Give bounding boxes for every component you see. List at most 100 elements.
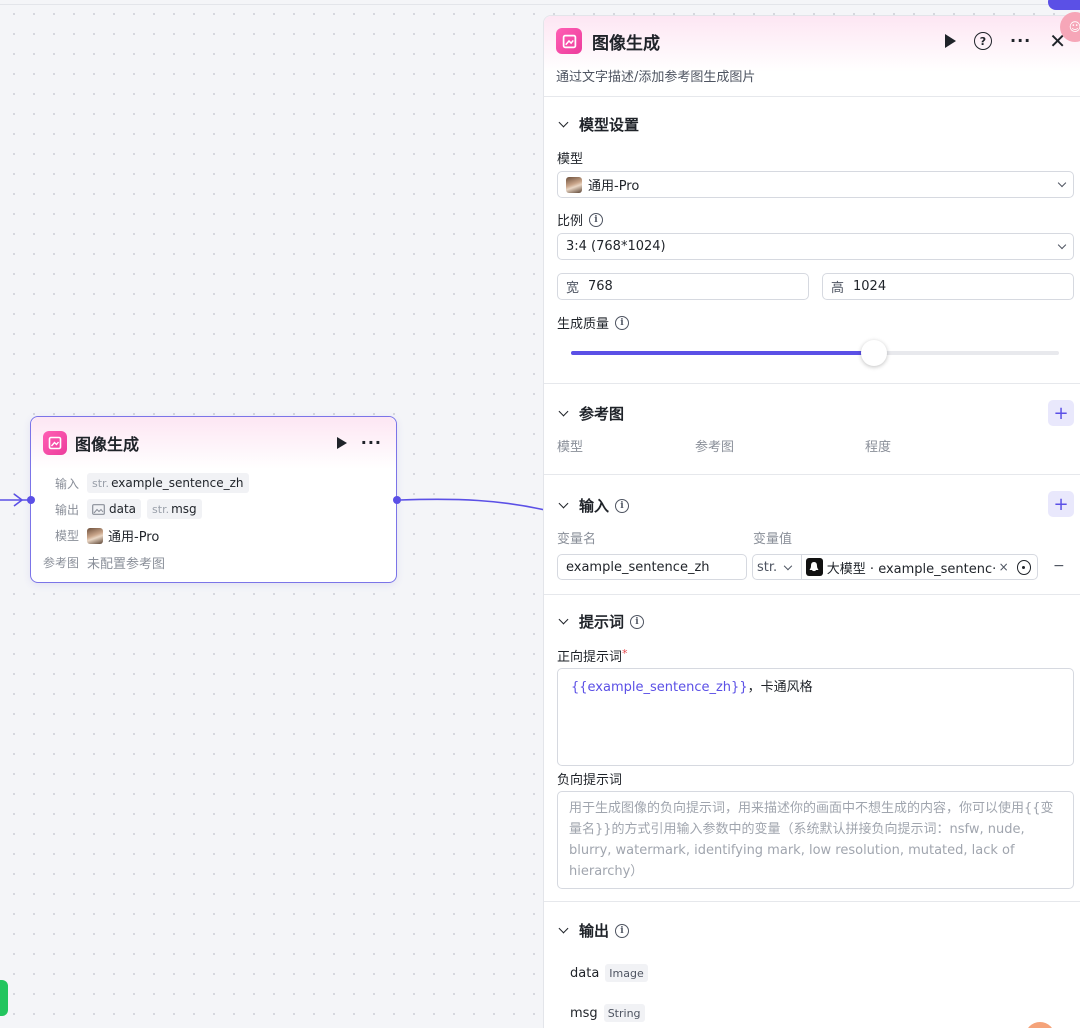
node-ref-row: 参考图 未配置参考图 [31,553,165,572]
top-right-badge[interactable] [1048,0,1080,10]
image-type-icon [92,503,105,515]
required-mark: * [622,646,628,660]
outgoing-edge [399,498,546,511]
quality-slider[interactable] [571,340,1059,366]
prompt-header[interactable]: 提示词 i [558,611,645,632]
negative-prompt-label: 负向提示词 [557,773,623,788]
chevron-down-icon [558,923,569,934]
node-output-msg-tag: str. msg [147,499,202,519]
width-value: 768 [588,279,613,294]
model-avatar [87,527,103,544]
model-settings-header[interactable]: 模型设置 [558,114,639,135]
height-label: 高 [831,281,845,296]
add-reference-button[interactable]: + [1048,400,1074,426]
chevron-down-icon [1057,240,1067,250]
negative-prompt-placeholder: 用于生成图像的负向提示词，用来描述你的画面中不想生成的内容，你可以使用{{变量名… [569,801,1054,879]
target-icon[interactable] [1016,559,1031,575]
output-type-badge: Image [605,964,648,982]
input-col-value: 变量值 [753,532,793,547]
clear-reference-icon[interactable]: × [999,560,1009,574]
ref-col-model: 模型 [557,440,584,455]
info-icon[interactable]: i [630,614,645,629]
ratio-select-value: 3:4 (768*1024) [566,239,666,254]
node-input-tag: str. example_sentence_zh [87,473,249,493]
info-icon[interactable]: i [589,212,604,227]
width-label: 宽 [566,281,580,296]
info-icon[interactable]: i [615,315,630,330]
model-select-value: 通用-Pro [588,179,640,194]
reference-image-title: 参考图 [579,405,625,423]
variable-name-input[interactable]: example_sentence_zh [557,554,747,580]
node-header: 图像生成 ··· [31,417,396,469]
output-header[interactable]: 输出 i [558,920,630,941]
positive-prompt-label-text: 正向提示词 [557,650,623,665]
help-icon[interactable]: ? [974,32,992,50]
node-model-label: 模型 [54,529,79,543]
more-icon[interactable]: ··· [1010,33,1031,49]
model-settings-section: 模型设置 模型 通用-Pro 比例 i 3:4 (768*1024) 宽 768… [544,97,1080,384]
node-output-port[interactable] [393,496,401,504]
node-model-row: 模型 通用-Pro [31,526,159,545]
output-msg-type: str. [152,502,170,516]
prompt-section: 提示词 i 正向提示词 * {{example_sentence_zh}}，卡通… [544,595,1080,902]
input-title: 输入 [579,497,610,515]
output-row-msg: msg String [570,1004,645,1022]
info-icon[interactable]: i [615,498,630,513]
ratio-select[interactable]: 3:4 (768*1024) [557,233,1074,260]
prompt-title: 提示词 [579,613,625,631]
output-type-badge: String [603,1004,645,1022]
height-field[interactable]: 高 1024 [822,273,1074,300]
panel-title: 图像生成 [592,33,660,54]
divider [800,555,802,579]
remove-input-button[interactable]: − [1053,558,1065,574]
quality-slider-handle[interactable] [860,340,887,366]
model-label: 模型 [557,152,584,167]
output-msg: msg [171,502,197,516]
image-generation-node[interactable]: 图像生成 ··· 输入 str. example_sentence_zh 输出 d… [30,416,397,583]
node-input-row: 输入 str. example_sentence_zh [31,473,255,493]
input-value: example_sentence_zh [111,476,244,490]
node-input-port[interactable] [27,496,35,504]
width-field[interactable]: 宽 768 [557,273,809,300]
prompt-text: ，卡通风格 [747,680,813,695]
chevron-down-icon[interactable] [783,561,793,570]
node-settings-panel: 图像生成 ? ··· ✕ 通过文字描述/添加参考图生成图片 模型设置 模型 通用… [543,15,1080,1028]
negative-prompt-textarea[interactable]: 用于生成图像的负向提示词，用来描述你的画面中不想生成的内容，你可以使用{{变量名… [557,791,1074,889]
output-data: data [109,502,137,516]
ratio-label: 比例 i [557,210,604,229]
chevron-down-icon [1057,178,1067,188]
variable-type-select[interactable]: str. [757,560,777,575]
input-section: 输入 i + 变量名 变量值 example_sentence_zh str. … [544,475,1080,595]
run-icon[interactable] [945,34,956,48]
add-input-button[interactable]: + [1048,491,1074,517]
panel-description: 通过文字描述/添加参考图生成图片 [556,70,756,85]
run-node-icon[interactable] [336,437,347,449]
node-input-label: 输入 [54,476,79,491]
input-type: str. [92,476,110,490]
input-header[interactable]: 输入 i [558,495,630,516]
positive-prompt-label: 正向提示词 * [557,646,628,666]
node-output-label: 输出 [54,502,79,517]
reference-image-section: 参考图 + 模型 参考图 程度 [544,384,1080,475]
panel-image-generation-icon [556,28,582,54]
height-value: 1024 [853,279,887,294]
reference-image-header[interactable]: 参考图 [558,403,624,424]
chevron-down-icon [558,406,569,417]
output-name: msg [570,1005,598,1021]
variable-value-field[interactable]: str. 大模型 · example_sentenc··· × [752,554,1038,580]
output-title: 输出 [579,922,610,940]
node-ref-value: 未配置参考图 [87,557,166,572]
chevron-down-icon [558,498,569,509]
image-generation-icon [43,431,67,455]
llm-node-icon [805,558,823,576]
green-side-tab[interactable] [0,980,8,1016]
model-select[interactable]: 通用-Pro [557,171,1074,198]
node-title: 图像生成 [75,435,140,454]
positive-prompt-textarea[interactable]: {{example_sentence_zh}}，卡通风格 [557,668,1074,766]
panel-header: 图像生成 ? ··· ✕ 通过文字描述/添加参考图生成图片 [544,16,1080,97]
node-ref-label: 参考图 [42,556,79,570]
prompt-variable: {{example_sentence_zh}} [571,680,748,695]
node-more-icon[interactable]: ··· [361,435,382,451]
info-icon[interactable]: i [615,923,630,938]
node-output-data-tag: data [87,499,142,519]
